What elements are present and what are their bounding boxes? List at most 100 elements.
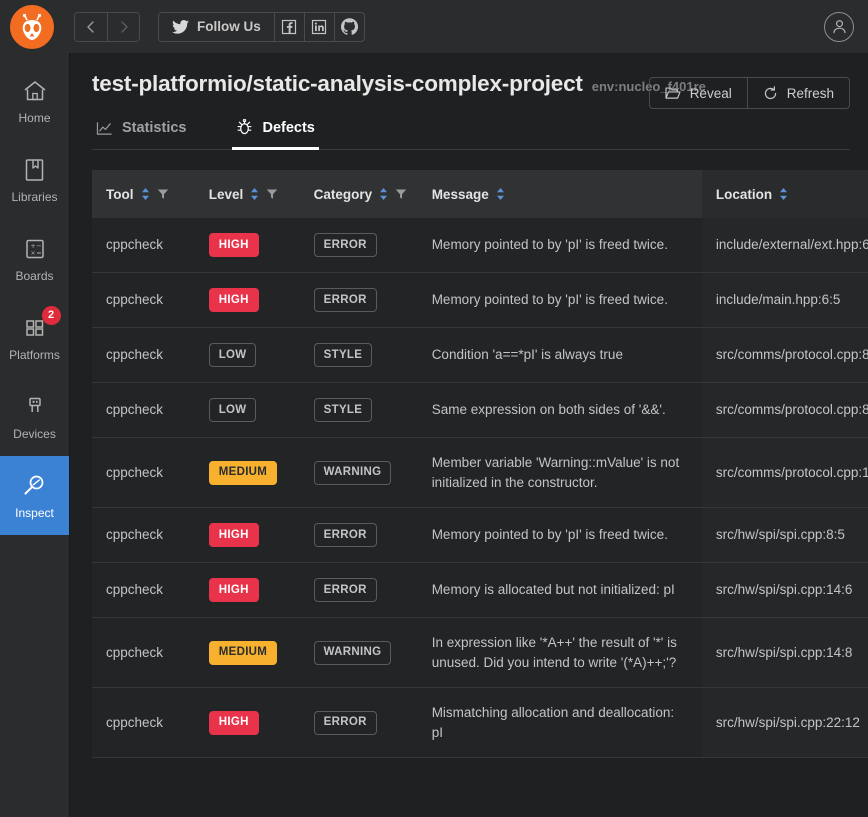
cell-level: HIGH xyxy=(194,507,300,564)
follow-us-button[interactable]: Follow Us xyxy=(159,13,274,41)
sidebar-item-label: Devices xyxy=(13,426,56,441)
table-row[interactable]: cppcheck LOW STYLE Condition 'a==*pI' is al… xyxy=(92,327,868,383)
platformio-logo[interactable] xyxy=(10,4,54,49)
top-toolbar: Follow Us xyxy=(0,0,868,53)
sidebar-item-label: Home xyxy=(18,110,51,125)
cell-location: src/hw/spi/spi.cpp:8:5 xyxy=(701,507,868,564)
cell-message: Memory pointed to by 'pI' is freed twice… xyxy=(417,272,702,328)
table-row[interactable]: cppcheck MEDIUM WARNING Member variable 'Wa… xyxy=(92,437,868,509)
tab-label: Statistics xyxy=(122,120,187,136)
table-row[interactable]: cppcheck HIGH ERROR Mismatching allocation … xyxy=(92,687,868,759)
cell-message: In expression like '*A++' the result of … xyxy=(417,617,702,689)
table-row[interactable]: cppcheck LOW STYLE Same expression on both … xyxy=(92,382,868,438)
bottom-edge xyxy=(70,807,868,817)
column-header-message[interactable]: Message xyxy=(417,170,702,218)
action-label: Refresh xyxy=(786,85,834,101)
sidebar-item-label: Libraries xyxy=(11,189,58,204)
cell-category: STYLE xyxy=(299,327,418,383)
sidebar-item-libraries[interactable]: Libraries xyxy=(0,140,69,219)
sort-icon[interactable] xyxy=(496,187,505,201)
defect-location: include/external/ext.hpp:6:5 xyxy=(715,237,868,253)
sidebar-item-boards[interactable]: + − × = Boards xyxy=(0,219,69,298)
level-badge: LOW xyxy=(208,343,257,367)
main-content: test-platformio/static-analysis-complex-… xyxy=(70,53,868,817)
level-badge: MEDIUM xyxy=(208,640,278,665)
sort-icon[interactable] xyxy=(779,187,788,201)
category-badge: ERROR xyxy=(313,288,377,312)
table-row[interactable]: cppcheck HIGH ERROR Memory is allocated but… xyxy=(92,562,868,619)
defect-message: Member variable 'Warning::mValue' is not… xyxy=(431,455,680,490)
cell-message: Mismatching allocation and deallocation:… xyxy=(417,687,702,759)
cell-tool: cppcheck xyxy=(92,218,195,273)
avatar[interactable] xyxy=(824,11,854,42)
defects-table: Tool Level Category Message Location cpp… xyxy=(92,170,868,759)
cell-level: HIGH xyxy=(194,562,300,619)
category-badge: ERROR xyxy=(313,578,377,603)
level-badge: HIGH xyxy=(208,523,259,548)
tool-name: cppcheck xyxy=(106,715,164,731)
category-badge: WARNING xyxy=(313,640,392,665)
linkedin-link[interactable] xyxy=(303,12,334,41)
forward-button[interactable] xyxy=(107,12,139,41)
sort-icon[interactable] xyxy=(379,187,388,201)
tab-statistics[interactable]: Statistics xyxy=(92,111,190,150)
cell-message: Same expression on both sides of '&&'. xyxy=(417,382,702,438)
level-badge: HIGH xyxy=(208,288,259,312)
home-icon xyxy=(22,78,48,104)
defect-message: In expression like '*A++' the result of … xyxy=(431,635,677,670)
cell-location: include/main.hpp:6:5 xyxy=(701,272,868,328)
sort-icon[interactable] xyxy=(250,187,259,201)
column-header-level[interactable]: Level xyxy=(194,170,300,218)
cell-tool: cppcheck xyxy=(92,687,195,759)
sidebar-item-platforms[interactable]: 2 Platforms xyxy=(0,298,69,377)
column-header-category[interactable]: Category xyxy=(299,170,418,218)
defect-message: Memory is allocated but not initialized:… xyxy=(431,582,675,598)
table-header-row: Tool Level Category Message Location xyxy=(92,170,868,218)
defect-message: Same expression on both sides of '&&'. xyxy=(431,402,666,418)
reveal-button[interactable]: Reveal xyxy=(650,78,747,108)
sidebar-item-devices[interactable]: Devices xyxy=(0,377,69,456)
github-link[interactable] xyxy=(333,12,364,41)
cell-location: src/hw/spi/spi.cpp:14:6 xyxy=(701,562,868,619)
chart-line-icon xyxy=(96,121,112,135)
column-header-location[interactable]: Location xyxy=(701,170,868,218)
cell-level: HIGH xyxy=(194,272,300,328)
cell-level: MEDIUM xyxy=(194,437,300,509)
category-badge: ERROR xyxy=(313,523,377,548)
facebook-link[interactable] xyxy=(273,12,304,41)
cell-location: src/comms/protocol.cpp:8:20 xyxy=(701,382,868,438)
refresh-icon xyxy=(764,85,776,99)
table-row[interactable]: cppcheck HIGH ERROR Memory pointed to by 'p… xyxy=(92,218,868,273)
cell-tool: cppcheck xyxy=(92,437,195,509)
app-shell: Home Libraries + − × = Boards 2 Platform… xyxy=(0,53,868,817)
defect-message: Memory pointed to by 'pI' is freed twice… xyxy=(431,527,668,543)
cell-tool: cppcheck xyxy=(92,327,195,383)
column-header-tool[interactable]: Tool xyxy=(92,170,195,218)
level-badge: HIGH xyxy=(208,578,259,603)
svg-text:=: = xyxy=(36,248,41,256)
back-button[interactable] xyxy=(75,12,107,41)
sidebar-item-home[interactable]: Home xyxy=(0,61,69,140)
platforms-update-badge: 2 xyxy=(41,305,61,325)
sidebar-item-label: Inspect xyxy=(15,505,54,520)
filter-icon[interactable] xyxy=(395,188,407,200)
sidebar-item-inspect[interactable]: Inspect xyxy=(0,456,69,535)
defect-location: include/main.hpp:6:5 xyxy=(715,292,841,308)
table-row[interactable]: cppcheck MEDIUM WARNING In expression like … xyxy=(92,617,868,689)
category-badge: ERROR xyxy=(313,710,377,735)
refresh-button[interactable]: Refresh xyxy=(746,78,849,108)
category-badge: ERROR xyxy=(313,233,377,257)
table-row[interactable]: cppcheck HIGH ERROR Memory pointed to by 'p… xyxy=(92,272,868,328)
linkedin-icon xyxy=(312,19,327,34)
tool-name: cppcheck xyxy=(106,582,164,598)
tab-defects[interactable]: Defects xyxy=(232,110,319,150)
filter-icon[interactable] xyxy=(266,188,278,200)
level-badge: MEDIUM xyxy=(208,460,278,485)
follow-us-label: Follow Us xyxy=(197,19,261,34)
cell-category: ERROR xyxy=(299,272,418,328)
filter-icon[interactable] xyxy=(157,188,169,200)
table-row[interactable]: cppcheck HIGH ERROR Memory pointed to by 'p… xyxy=(92,507,868,564)
sidebar-item-label: Boards xyxy=(15,268,54,283)
sort-icon[interactable] xyxy=(141,187,150,201)
social-links-group: Follow Us xyxy=(158,11,365,42)
